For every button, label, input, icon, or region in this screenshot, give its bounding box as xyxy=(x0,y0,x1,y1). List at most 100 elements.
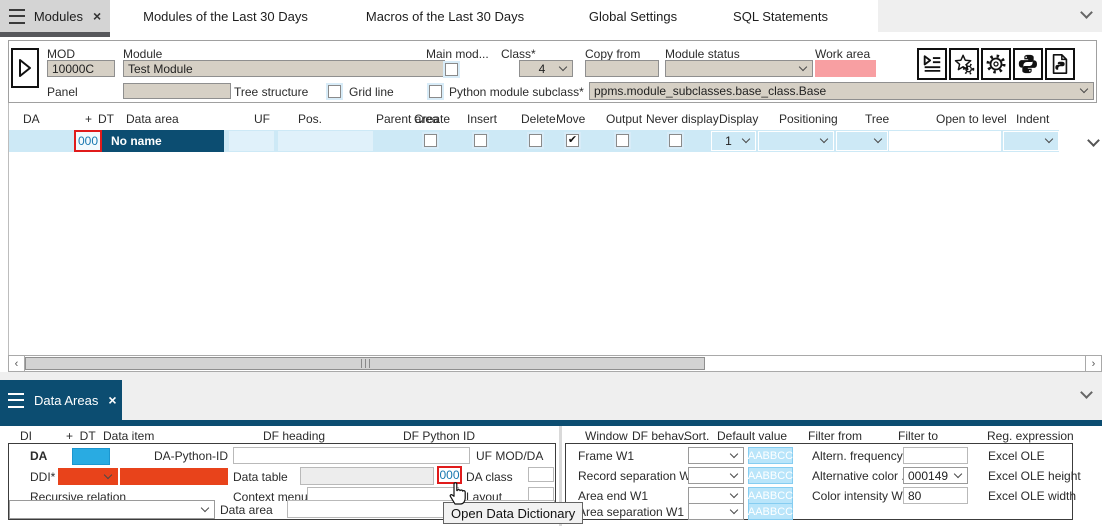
chevron-down-icon[interactable] xyxy=(1080,386,1093,399)
col-window: Window xyxy=(585,429,628,443)
row-output-checkbox[interactable] xyxy=(616,134,629,147)
ddi-select[interactable] xyxy=(58,468,118,485)
frame-w1-color-swatch[interactable]: AABBCC xyxy=(748,447,793,464)
record-separation-w1-select[interactable] xyxy=(688,467,744,484)
scroll-left-button[interactable]: ‹ xyxy=(9,356,25,371)
python-subclass-select[interactable]: ppms.module_subclasses.base_class.Base xyxy=(589,82,1094,100)
module-field[interactable]: Test Module xyxy=(123,60,445,77)
star-settings-icon xyxy=(953,53,975,75)
row-parent-area-cell[interactable] xyxy=(278,131,373,151)
col-plus-dt[interactable]: + DT xyxy=(66,429,96,443)
row-open-to-level-field[interactable] xyxy=(889,131,1001,151)
col-create: Create xyxy=(414,112,450,126)
hamburger-icon[interactable] xyxy=(9,9,25,24)
grid-line-checkbox[interactable] xyxy=(328,85,341,98)
record-separation-w1-color-swatch[interactable]: AABBCC xyxy=(748,467,793,484)
col-da: DA xyxy=(23,112,40,126)
color-intensity-w1-field[interactable]: 80 xyxy=(903,487,968,504)
tab-modules-last-30-days[interactable]: Modules of the Last 30 Days xyxy=(118,0,333,32)
row-create-checkbox[interactable] xyxy=(424,134,437,147)
work-area-label: Work area xyxy=(815,47,870,61)
row-indent-select[interactable] xyxy=(1003,131,1059,151)
ddi-color-field[interactable] xyxy=(120,468,228,485)
copy-from-field[interactable] xyxy=(585,60,659,77)
da-color-field[interactable] xyxy=(72,448,110,465)
alternative-color-label: Alternative color ... xyxy=(812,469,911,483)
area-end-w1-select[interactable] xyxy=(688,487,744,504)
horizontal-scrollbar[interactable]: ‹ › xyxy=(8,355,1102,372)
da-class-label: DA class xyxy=(466,470,513,484)
excel-ole-width-label: Excel OLE width xyxy=(988,489,1076,503)
settings-button[interactable] xyxy=(981,48,1011,80)
scrollbar-thumb[interactable] xyxy=(25,357,705,370)
row-data-area-cell[interactable]: No name xyxy=(102,130,224,152)
active-tab-indicator xyxy=(0,32,110,37)
area-separation-w1-select[interactable] xyxy=(688,503,744,520)
star-settings-button[interactable] xyxy=(949,48,979,80)
da-python-id-field[interactable] xyxy=(233,447,470,464)
row-uf-cell[interactable] xyxy=(229,131,274,151)
python-icon xyxy=(1017,53,1039,75)
close-icon[interactable]: × xyxy=(93,9,101,23)
settings-gear-icon xyxy=(985,53,1007,75)
module-status-select[interactable] xyxy=(665,60,813,77)
tab-modules-label: Modules xyxy=(34,9,83,24)
alternative-color-select[interactable]: 000149 xyxy=(903,467,968,484)
col-df-behav: DF behav. xyxy=(632,429,686,443)
tab-macros-last-30-days[interactable]: Macros of the Last 30 Days xyxy=(340,0,550,32)
altern-frequency-label: Altern. frequency xyxy=(812,449,903,463)
tab-modules[interactable]: Modules × xyxy=(0,0,110,32)
tab-data-areas[interactable]: Data Areas × xyxy=(0,380,122,420)
excel-ole-height-label: Excel OLE height xyxy=(988,469,1081,483)
run-module-button[interactable] xyxy=(11,48,39,88)
row-overflow-chevron-icon[interactable] xyxy=(1087,134,1100,147)
recursive-relation-select[interactable] xyxy=(9,500,215,519)
python-file-button[interactable] xyxy=(1045,48,1075,80)
data-table-field[interactable] xyxy=(300,467,434,485)
tab-label: Global Settings xyxy=(589,9,677,24)
python-button[interactable] xyxy=(1013,48,1043,80)
tab-sql-statements[interactable]: SQL Statements xyxy=(708,0,853,32)
scroll-right-button[interactable]: › xyxy=(1085,356,1101,371)
col-filter-from: Filter from xyxy=(808,429,862,443)
da-class-field[interactable] xyxy=(528,467,554,482)
data-areas-bar: Data Areas × xyxy=(0,372,1102,420)
row-never-display-checkbox[interactable] xyxy=(669,134,682,147)
close-icon[interactable]: × xyxy=(108,393,116,407)
row-display-select[interactable]: 1 xyxy=(711,131,756,151)
work-area-field[interactable] xyxy=(815,60,876,77)
col-default-value: Default value xyxy=(717,429,787,443)
run-sequence-button[interactable] xyxy=(917,48,947,80)
python-subclass-checkbox[interactable] xyxy=(429,85,442,98)
area-end-w1-color-swatch[interactable]: AABBCC xyxy=(748,487,793,504)
altern-frequency-field[interactable] xyxy=(903,447,968,464)
panel-label: Panel xyxy=(47,85,78,99)
col-output: Output xyxy=(606,112,642,126)
frame-w1-select[interactable] xyxy=(688,447,744,464)
class-select[interactable]: 4 xyxy=(519,60,573,77)
hamburger-icon[interactable] xyxy=(8,393,24,408)
table-row[interactable]: 000 No name ✔ 1 xyxy=(9,130,1059,152)
play-icon xyxy=(17,58,33,78)
row-tree-select[interactable] xyxy=(836,131,888,151)
row-insert-checkbox[interactable] xyxy=(474,134,487,147)
area-separation-w1-color-swatch[interactable]: AABBCC xyxy=(748,503,793,520)
main-mod-checkbox[interactable] xyxy=(445,63,458,76)
excel-ole-label: Excel OLE xyxy=(988,449,1045,463)
area-end-w1-label: Area end W1 xyxy=(578,489,648,503)
tab-global-settings[interactable]: Global Settings xyxy=(568,0,698,32)
mod-field[interactable]: 10000C xyxy=(47,60,115,77)
ddi-label: DDI* xyxy=(30,470,55,484)
row-move-checkbox[interactable]: ✔ xyxy=(566,134,579,147)
row-dt-cell[interactable]: 000 xyxy=(74,130,102,152)
row-delete-checkbox[interactable] xyxy=(529,134,542,147)
da-python-id-label: DA-Python-ID xyxy=(150,449,228,463)
copy-from-label: Copy from xyxy=(585,47,640,61)
col-plus[interactable]: + xyxy=(85,112,92,126)
panel-field[interactable] xyxy=(123,83,231,99)
col-reg-expression: Reg. expression xyxy=(987,429,1074,443)
main-mod-label: Main mod... xyxy=(426,47,489,61)
tree-structure-label: Tree structure xyxy=(234,85,308,99)
col-df-python-id: DF Python ID xyxy=(403,429,475,443)
row-positioning-select[interactable] xyxy=(758,131,834,151)
